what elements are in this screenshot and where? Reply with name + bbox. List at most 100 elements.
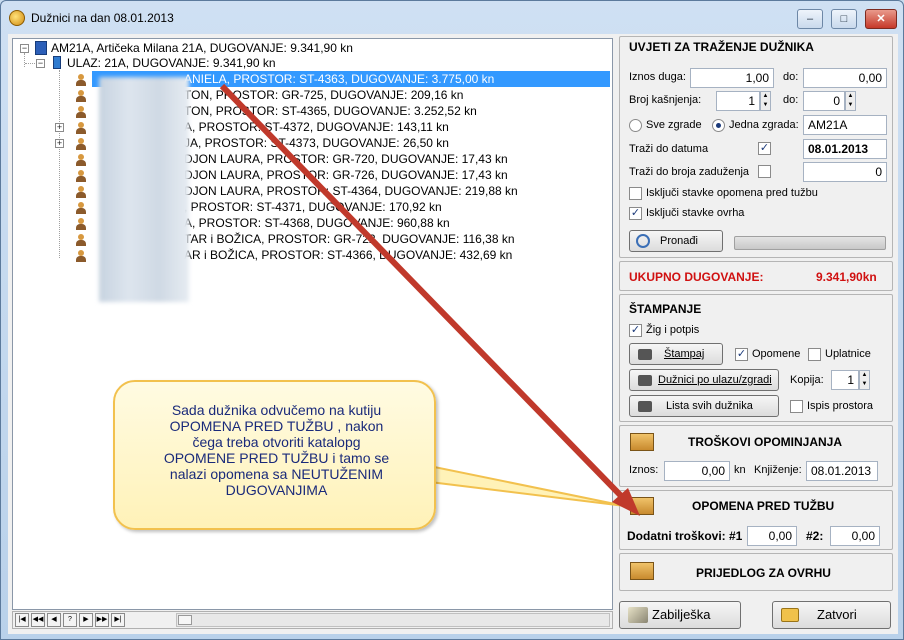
tree-item[interactable]: , PROSTOR: ST-4371, DUGOVANJE: 170,92 kn [184, 199, 442, 215]
horizontal-scrollbar[interactable] [176, 613, 610, 627]
knjizenje-input[interactable]: 08.01.2013 [806, 461, 878, 481]
tree-item[interactable]: DJON LAURA, PROSTOR: ST-4364, DUGOVANJE:… [184, 183, 518, 199]
tree-item[interactable]: A, PROSTOR: ST-4368, DUGOVANJE: 960,88 k… [184, 215, 450, 231]
person-icon [76, 74, 86, 86]
kasnjenja-to-spinner[interactable]: ▲ ▼ [845, 91, 856, 111]
tree-item[interactable]: DJON LAURA, PROSTOR: GR-726, DUGOVANJE: … [184, 167, 508, 183]
datum-input[interactable]: 08.01.2013 [803, 139, 887, 159]
collapse-entrance-icon[interactable]: − [36, 59, 45, 68]
kopija-input[interactable]: 1 [831, 370, 859, 390]
iskljuci-opomena-label: Isključi stavke opomena pred tužbu [646, 187, 818, 199]
tree-item[interactable]: DJON LAURA, PROSTOR: GR-720, DUGOVANJE: … [184, 151, 508, 167]
costs-kn-label: kn [734, 464, 746, 476]
trazi-zaduzenja-label: Traži do broja zaduženja [629, 166, 750, 178]
person-icon [76, 250, 86, 262]
tree-entrance-node[interactable]: ULAZ: 21A, DUGOVANJE: 9.341,90 kn [67, 55, 276, 71]
tree-item[interactable]: TON, PROSTOR: GR-725, DUGOVANJE: 209,16 … [184, 87, 463, 103]
nav-first-button[interactable]: |◀ [15, 613, 29, 627]
collapse-root-icon[interactable]: − [20, 44, 29, 53]
nav-last-button[interactable]: ▶| [111, 613, 125, 627]
warning-panel[interactable]: OPOMENA PRED TUŽBU Dodatni troškovi: #1 … [619, 490, 893, 550]
zabiljeska-label: Zabilješka [652, 607, 711, 622]
uplatnice-checkbox[interactable] [808, 348, 821, 361]
nav-record-button[interactable]: ? [63, 613, 77, 627]
jedna-zgrada-label: Jedna zgrada: [729, 119, 799, 131]
iskljuci-opomena-checkbox[interactable] [629, 187, 642, 200]
kasnjenja-label: Broj kašnjenja: [629, 94, 702, 106]
expand-icon[interactable]: + [55, 139, 64, 148]
tree-item[interactable]: AR i BOŽICA, PROSTOR: ST-4366, DUGOVANJE… [184, 247, 512, 263]
costs-panel: TROŠKOVI OPOMINJANJA Iznos: 0,00 kn Knji… [619, 425, 893, 487]
zgrada-input[interactable]: AM21A [803, 115, 887, 135]
zabiljeska-button[interactable]: Zabilješka [619, 601, 741, 629]
iskljuci-ovrha-checkbox[interactable]: ✓ [629, 207, 642, 220]
warning-title: OPOMENA PRED TUŽBU [692, 499, 835, 513]
person-icon [76, 186, 86, 198]
client-area: − AM21A, Artičeka Milana 21A, DUGOVANJE:… [8, 34, 898, 634]
expand-icon[interactable]: + [55, 123, 64, 132]
kasnjenja-from-spinner[interactable]: ▲ ▼ [760, 91, 771, 111]
box-icon [630, 497, 654, 515]
ovrha-panel[interactable]: PRIJEDLOG ZA OVRHU [619, 553, 893, 591]
print-title: ŠTAMPANJE [629, 302, 702, 316]
dodatni-troskovi-label: Dodatni troškovi: #1 [627, 529, 743, 543]
iznos-from-input[interactable]: 1,00 [690, 68, 774, 88]
person-icon [76, 234, 86, 246]
app-icon [9, 10, 25, 26]
close-button[interactable]: ✕ [865, 9, 897, 29]
tree-item[interactable]: JA, PROSTOR: ST-4373, DUGOVANJE: 26,50 k… [184, 135, 449, 151]
zatvori-button[interactable]: Zatvori [772, 601, 891, 629]
person-icon [76, 218, 86, 230]
person-icon [76, 90, 86, 102]
printer-icon [638, 349, 652, 360]
scroll-thumb[interactable] [178, 615, 192, 625]
tree-item[interactable]: A, PROSTOR: ST-4372, DUGOVANJE: 143,11 k… [184, 119, 449, 135]
zig-label: Žig i potpis [646, 324, 700, 336]
search-title: UVJETI ZA TRAŽENJE DUŽNIKA [629, 40, 814, 54]
person-icon [76, 106, 86, 118]
total-value: 9.341,90kn [816, 270, 877, 284]
total-label: UKUPNO DUGOVANJE: [629, 270, 764, 284]
person-icon [76, 202, 86, 214]
costs-iznos-label: Iznos: [629, 464, 659, 476]
search-panel: UVJETI ZA TRAŽENJE DUŽNIKA Iznos duga: 1… [619, 36, 893, 258]
kasnjenja-to-input[interactable]: 0 [803, 91, 845, 111]
ispis-prostora-checkbox[interactable] [790, 400, 803, 413]
nav-next-page-button[interactable]: ▶▶ [95, 613, 109, 627]
duznici-po-ulazu-button[interactable]: Dužnici po ulazu/zgradi [629, 369, 779, 391]
dodatni-2-input[interactable]: 0,00 [830, 526, 880, 546]
minimize-button[interactable]: – [797, 9, 823, 29]
nav-prev-page-button[interactable]: ◀◀ [31, 613, 45, 627]
zig-checkbox[interactable]: ✓ [629, 324, 642, 337]
jedna-zgrada-radio[interactable] [712, 119, 725, 132]
zaduzenja-input[interactable]: 0 [803, 162, 887, 182]
stampaj-button[interactable]: Štampaj [629, 343, 723, 365]
trazi-datum-checkbox[interactable]: ✓ [758, 142, 771, 155]
maximize-button[interactable]: □ [831, 9, 857, 29]
window-title: Dužnici na dan 08.01.2013 [31, 11, 174, 25]
person-icon [76, 170, 86, 182]
costs-iznos-input[interactable]: 0,00 [664, 461, 730, 481]
nav-prev-button[interactable]: ◀ [47, 613, 61, 627]
entrance-icon [53, 56, 61, 69]
total-panel: UKUPNO DUGOVANJE: 9.341,90kn [619, 261, 893, 291]
tree-root-node[interactable]: AM21A, Artičeka Milana 21A, DUGOVANJE: 9… [51, 40, 353, 56]
iznos-label: Iznos duga: [629, 71, 686, 83]
pronadi-button[interactable]: Pronađi [629, 230, 723, 252]
do-label: do: [783, 71, 799, 83]
kasnjenja-from-input[interactable]: 1 [716, 91, 760, 111]
kopija-spinner[interactable]: ▲ ▼ [859, 370, 870, 390]
nav-next-button[interactable]: ▶ [79, 613, 93, 627]
sve-zgrade-radio[interactable] [629, 119, 642, 132]
dodatni-1-input[interactable]: 0,00 [747, 526, 797, 546]
trazi-zaduzenja-checkbox[interactable] [758, 165, 771, 178]
iznos-to-input[interactable]: 0,00 [803, 68, 887, 88]
tree-item[interactable]: TON, PROSTOR: ST-4365, DUGOVANJE: 3.252,… [184, 103, 477, 119]
tree-item[interactable]: TAR i BOŽICA, PROSTOR: GR-722, DUGOVANJE… [184, 231, 515, 247]
pronadi-label: Pronađi [660, 235, 698, 247]
callout-text: Sada dužnika odvučemo na kutiju OPOMENA … [163, 402, 390, 498]
redacted-names [99, 77, 189, 302]
opomene-checkbox[interactable]: ✓ [735, 348, 748, 361]
lista-svih-button[interactable]: Lista svih dužnika [629, 395, 779, 417]
ovrha-title: PRIJEDLOG ZA OVRHU [696, 566, 831, 580]
